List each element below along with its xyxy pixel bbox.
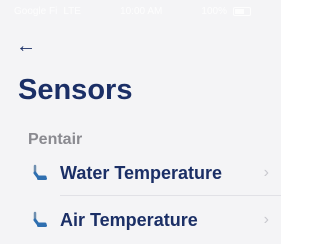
sensor-row-water-temperature[interactable]: Water Temperature › <box>28 155 281 191</box>
sensor-row-air-temperature[interactable]: Air Temperature › <box>28 202 281 238</box>
section-header-pentair: Pentair <box>28 131 83 148</box>
status-right: 100% <box>201 6 251 17</box>
battery-percent: 100% <box>201 5 227 17</box>
back-arrow-icon: ← <box>16 35 36 57</box>
battery-icon <box>233 6 251 16</box>
thermometer-icon <box>28 209 50 231</box>
status-bar: Google Fi LTE 10:00 AM 100% <box>0 0 281 22</box>
back-button[interactable]: ← <box>16 34 40 58</box>
clock-label: 10:00 AM <box>120 5 163 17</box>
chevron-right-icon: › <box>263 211 269 228</box>
sensors-screen: Google Fi LTE 10:00 AM 100% ← Sensors Pe… <box>0 0 281 244</box>
thermometer-icon <box>28 162 50 184</box>
carrier-label: Google Fi <box>14 5 58 17</box>
page-title: Sensors <box>18 74 133 106</box>
sensor-row-label: Water Temperature <box>60 162 223 183</box>
network-label: LTE <box>63 5 81 17</box>
sensor-row-label: Air Temperature <box>60 209 198 230</box>
status-left: Google Fi LTE <box>14 6 81 17</box>
row-divider <box>60 195 281 196</box>
chevron-right-icon: › <box>263 164 269 181</box>
